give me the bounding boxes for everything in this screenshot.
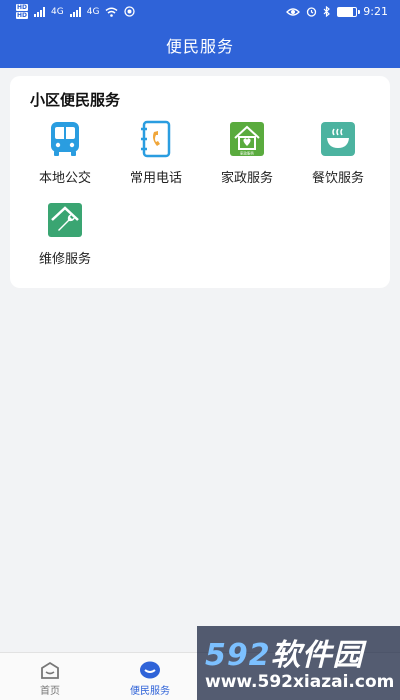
bluetooth-icon [323,6,331,17]
alarm-icon [307,7,317,17]
signal-icon-2 [69,6,81,17]
location-icon [124,6,136,17]
services-card: 小区便民服务 本地公交 常用电话 家政服务 家政服务 餐饮服务 维修服务 [10,76,390,288]
service-label: 常用电话 [129,171,182,186]
bowl-icon [321,122,355,156]
repair-icon [48,203,82,237]
hd-badge-2: HD [16,12,29,19]
watermark: 592软件园 www.592xiazai.com [197,626,400,700]
service-catering[interactable]: 餐饮服务 [293,119,383,186]
home-icon [41,661,59,679]
signal-icon [34,6,46,17]
network-type-2: 4G [86,6,100,17]
service-bus[interactable]: 本地公交 [20,119,110,186]
service-label: 本地公交 [38,171,91,186]
tab-label: 便民服务 [130,686,170,697]
service-repair[interactable]: 维修服务 [20,200,110,267]
hd-badge-1: HD [16,4,29,11]
housekeeping-icon: 家政服务 [230,122,264,156]
housekeeping-icon-caption: 家政服务 [240,151,254,156]
watermark-url: www.592xiazai.com [205,672,395,692]
tab-label: 首页 [40,686,60,697]
service-label: 维修服务 [38,252,91,267]
tab-services[interactable]: 便民服务 [100,653,200,700]
service-label: 家政服务 [220,171,273,186]
header: 便民服务 [0,26,400,68]
service-label: 餐饮服务 [311,171,364,186]
section-title: 小区便民服务 [30,91,121,109]
battery-icon [337,6,361,17]
status-left: HD HD 4G 4G [16,4,136,19]
service-phone[interactable]: 常用电话 [111,119,201,186]
wifi-icon [105,7,118,17]
service-housekeeping[interactable]: 家政服务 家政服务 [202,119,292,186]
status-bar: HD HD 4G 4G 9:21 [0,0,400,26]
status-right: 9:21 [286,5,388,18]
page-title: 便民服务 [165,37,234,56]
network-type-1: 4G [51,6,64,17]
watermark-logo-number: 592 [205,638,271,673]
tab-home[interactable]: 首页 [0,653,100,700]
chat-icon [140,661,160,679]
bus-icon [51,122,79,156]
watermark-logo: 592软件园 [205,630,364,674]
watermark-logo-text: 软件园 [270,638,364,673]
status-time: 9:21 [363,5,388,18]
hd-badges: HD HD [16,4,29,19]
battery-level [338,7,353,16]
phone-book-icon [141,120,171,158]
eye-icon [286,7,301,16]
